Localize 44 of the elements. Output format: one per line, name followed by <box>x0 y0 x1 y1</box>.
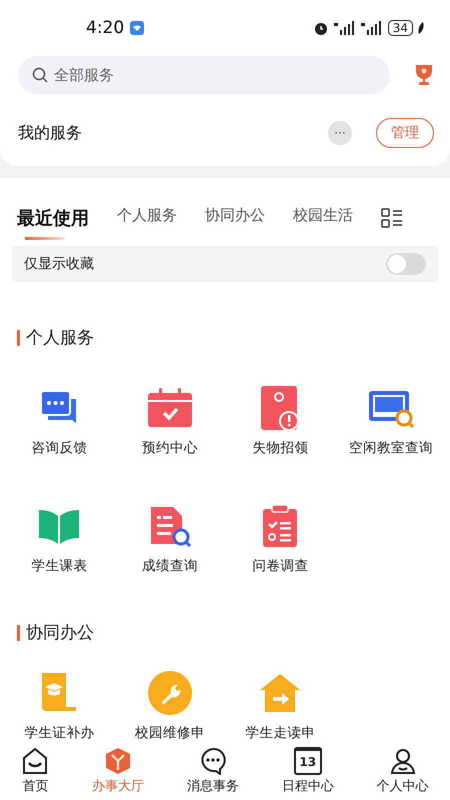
service-item[interactable]: 学生证补办 <box>4 670 114 742</box>
message-bubble-icon <box>198 747 227 775</box>
service-item[interactable]: 预约中心 <box>114 385 225 458</box>
wifi-icon <box>130 21 144 35</box>
grid-list-icon[interactable] <box>381 208 403 228</box>
nav-tab[interactable]: 首页 <box>21 747 50 795</box>
clipboard-checklist-icon <box>261 504 300 548</box>
home-icon <box>21 747 50 775</box>
search-field[interactable]: 全部服务 <box>18 56 390 94</box>
nav-tab[interactable]: 消息事务 <box>186 747 239 795</box>
status-time: 4:20 <box>86 18 124 38</box>
service-item[interactable]: 失物招领 <box>225 385 336 458</box>
service-item[interactable]: 学生课表 <box>4 503 114 576</box>
service-item[interactable]: 学生走读申 <box>225 670 336 742</box>
category-tab[interactable]: 校园生活 <box>293 206 353 235</box>
signal-icon <box>334 21 356 35</box>
signal-icon <box>360 21 383 35</box>
wrench-icon <box>148 671 192 716</box>
alarm-icon <box>312 20 329 36</box>
search-icon <box>32 67 48 83</box>
service-item[interactable]: 咨询反馈 <box>4 385 114 458</box>
battery-level: 34 <box>388 20 413 36</box>
service-item[interactable]: 成绩查询 <box>114 503 225 576</box>
category-tab[interactable]: 协同办公 <box>205 206 265 235</box>
section-title: 我的服务 <box>18 122 83 144</box>
house-arrow-icon <box>258 672 302 714</box>
person-icon <box>388 747 417 775</box>
calendar-check-icon <box>146 387 193 429</box>
nav-tab[interactable]: 个人中心 <box>376 747 429 795</box>
service-item[interactable]: 校园维修申 <box>114 670 225 742</box>
more-button[interactable]: ··· <box>328 121 352 145</box>
trophy-icon[interactable] <box>414 64 434 86</box>
favorites-toggle[interactable] <box>386 253 426 275</box>
section-heading: 协同办公 <box>26 622 94 644</box>
section-heading: 个人服务 <box>26 327 94 349</box>
category-tab[interactable]: 个人服务 <box>117 206 177 235</box>
calendar-icon: 13 <box>294 747 322 775</box>
nav-tab[interactable]: 13 日程中心 <box>282 747 334 795</box>
category-tab[interactable]: 最近使用 <box>17 206 89 240</box>
service-item[interactable]: 空闲教室查询 <box>336 385 446 458</box>
filter-label: 仅显示收藏 <box>24 255 94 273</box>
service-item[interactable]: 问卷调查 <box>225 503 336 576</box>
leaf-icon <box>418 22 424 34</box>
cube-icon <box>104 747 132 775</box>
